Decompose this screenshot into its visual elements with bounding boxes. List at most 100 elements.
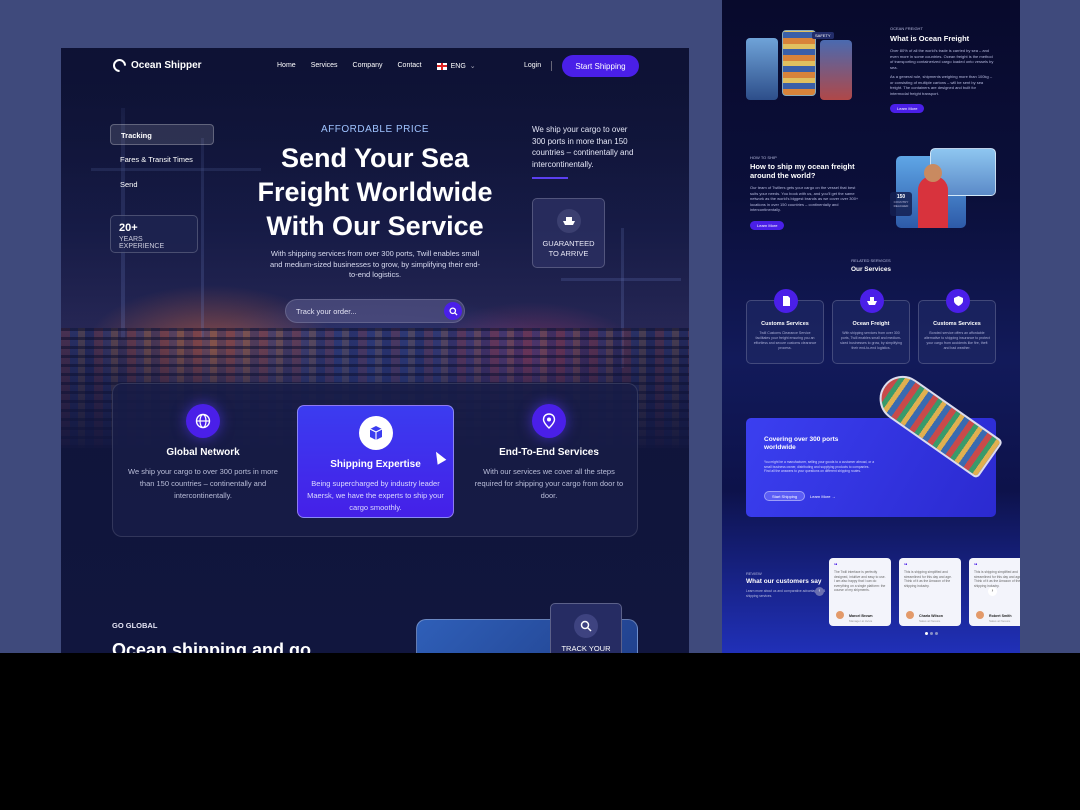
- section-title: What is Ocean Freight: [890, 34, 970, 43]
- section-title: What our customers say: [746, 578, 822, 585]
- start-shipping-button[interactable]: Start Shipping: [764, 491, 806, 501]
- service-desc: With shipping services from over 300 por…: [840, 331, 902, 350]
- review-card: “ This is shipping simplified and stream…: [899, 558, 961, 626]
- feature-desc: We ship your cargo to over 300 ports in …: [128, 467, 278, 500]
- brand-logo[interactable]: Ocean Shipper: [110, 56, 202, 75]
- nav-divider: [551, 61, 552, 71]
- section-eyebrow: RELATED SERVICES: [851, 258, 891, 263]
- uk-flag-icon: [436, 62, 447, 70]
- section-body: Learn more about us and comparative adva…: [746, 589, 826, 598]
- carousel-prev-button[interactable]: ‹: [815, 587, 824, 596]
- search-icon: [448, 306, 458, 316]
- service-title: Customs Services: [933, 321, 981, 327]
- landing-page: Ocean Shipper Home Services Company Cont…: [61, 48, 689, 653]
- tab-send[interactable]: Send: [110, 174, 214, 195]
- quote-icon: “: [834, 563, 838, 570]
- section-body: As a general rule, shipments weighing mo…: [890, 74, 993, 96]
- section-title: How to ship my ocean freight around the …: [750, 162, 855, 180]
- experience-number: 20+: [119, 222, 138, 234]
- tab-fares-transit[interactable]: Fares & Transit Times: [110, 149, 214, 170]
- magnifier-icon: [574, 614, 598, 638]
- login-link[interactable]: Login: [524, 62, 541, 69]
- feature-shipping-expertise[interactable]: Shipping Expertise Being supercharged by…: [297, 405, 454, 518]
- hero-title-line: With Our Service: [266, 211, 484, 241]
- reviewer-role: Sales at Nexure: [919, 619, 941, 623]
- section-eyebrow: GO GLOBAL: [112, 621, 158, 630]
- language-selector[interactable]: ENG ⌄: [436, 62, 476, 70]
- our-services-header: RELATED SERVICES Our Services: [722, 258, 1020, 273]
- nav-link-company[interactable]: Company: [353, 62, 383, 70]
- hero-title-line: Freight Worldwide: [257, 177, 493, 207]
- reviewer-name: Robert Smith: [989, 614, 1012, 618]
- review-text: The Twill interface is perfectly designe…: [834, 570, 886, 592]
- service-card[interactable]: Customs Services Twill Customs Clearance…: [746, 289, 824, 364]
- globe-icon: [186, 404, 220, 438]
- learn-more-link[interactable]: Learn More →: [810, 494, 836, 499]
- learn-more-button[interactable]: Learn More: [750, 220, 785, 230]
- accent-divider: [532, 177, 568, 179]
- experience-label: YEARS EXPERIENCE: [119, 236, 165, 250]
- search-placeholder: Track your order...: [296, 306, 357, 316]
- badge-label: COUNTRY REACHED: [893, 200, 909, 208]
- shield-icon: [946, 289, 970, 313]
- guarantee-card: GUARANTEED TO ARRIVE: [532, 198, 605, 268]
- hero-title: Send Your Sea Freight Worldwide With Our…: [241, 141, 509, 243]
- ocean-freight-images: SAFETY: [746, 28, 852, 106]
- service-card[interactable]: Customs Services Bonded service offers a…: [918, 289, 996, 364]
- box-icon: [358, 416, 393, 450]
- hero-right-text: We ship your cargo to over 300 ports in …: [532, 125, 634, 169]
- experience-card: 20+ YEARS EXPERIENCE: [110, 215, 198, 253]
- reviewer-role: Sales at Nexure: [989, 619, 1011, 623]
- safety-badge: SAFETY: [812, 32, 834, 39]
- section-heading: Ocean shipping and go: [112, 640, 312, 653]
- reviewer-role: Manager at Aviva: [849, 619, 873, 623]
- how-to-ship: HOW TO SHIP How to ship my ocean freight…: [750, 155, 860, 232]
- feature-desc: Being supercharged by industry leader Ma…: [307, 479, 444, 512]
- review-text: This is shipping simplified and streamli…: [904, 570, 952, 588]
- ship-icon: [556, 209, 581, 233]
- feature-global-network[interactable]: Global Network We ship your cargo to ove…: [123, 404, 283, 502]
- nav-links: Home Services Company Contact ENG ⌄: [277, 62, 476, 70]
- section-eyebrow: OCEAN FREIGHT: [890, 26, 923, 31]
- service-title: Ocean Freight: [852, 321, 890, 327]
- banner-title: Covering over 300 ports worldwide: [764, 436, 839, 451]
- avatar: [836, 611, 844, 619]
- service-card[interactable]: Ocean Freight With shipping services fro…: [832, 289, 910, 364]
- track-order-search[interactable]: Track your order...: [285, 299, 465, 323]
- feature-end-to-end[interactable]: End-To-End Services With our services we…: [469, 404, 629, 502]
- what-is-ocean-freight: OCEAN FREIGHT What is Ocean Freight Over…: [890, 26, 994, 115]
- track-label: TRACK YOUR: [561, 644, 611, 653]
- brand-name: Ocean Shipper: [131, 60, 202, 71]
- learn-more-button[interactable]: Learn More: [890, 104, 925, 113]
- section-body: Our team of Twillers gets your cargo on …: [750, 185, 859, 212]
- feature-title: Shipping Expertise: [330, 459, 421, 470]
- nav-link-services[interactable]: Services: [311, 62, 338, 70]
- reviews-header: REVIEW What our customers say Learn more…: [746, 571, 826, 598]
- section-title: Our Services: [850, 266, 892, 273]
- location-pin-icon: [532, 404, 566, 438]
- start-shipping-button[interactable]: Start Shipping: [562, 55, 639, 77]
- feature-title: Global Network: [166, 447, 240, 458]
- tab-tracking[interactable]: Tracking: [110, 124, 214, 145]
- ship-icon: [860, 289, 884, 313]
- track-card[interactable]: TRACK YOUR: [550, 603, 622, 653]
- section-body: Over 80% of all the world's trade is car…: [890, 48, 994, 70]
- carousel-next-button[interactable]: ›: [988, 587, 997, 596]
- quote-icon: “: [904, 563, 908, 570]
- service-desc: Twill Customs Clearance Service facilita…: [753, 331, 817, 350]
- page-preview: SAFETY OCEAN FREIGHT What is Ocean Freig…: [722, 0, 1020, 653]
- nav-link-home[interactable]: Home: [277, 62, 296, 70]
- reviewer-name: Marcel Brown: [849, 614, 873, 618]
- review-card: “ The Twill interface is perfectly desig…: [829, 558, 891, 626]
- search-button[interactable]: [444, 302, 462, 320]
- worker-image: 150 COUNTRY REACHED: [890, 148, 996, 228]
- review-text: This is shipping simplified and streamli…: [974, 570, 1020, 588]
- service-desc: Bonded service offers an affordable alte…: [924, 331, 990, 350]
- hero-eyebrow: AFFORDABLE PRICE: [320, 124, 430, 135]
- top-navigation: Ocean Shipper Home Services Company Cont…: [61, 48, 689, 86]
- logo-icon: [110, 56, 129, 75]
- guarantee-line-2: TO ARRIVE: [548, 249, 589, 258]
- section-eyebrow: REVIEW: [746, 571, 762, 576]
- nav-link-contact[interactable]: Contact: [398, 62, 422, 70]
- language-label: ENG: [450, 62, 466, 70]
